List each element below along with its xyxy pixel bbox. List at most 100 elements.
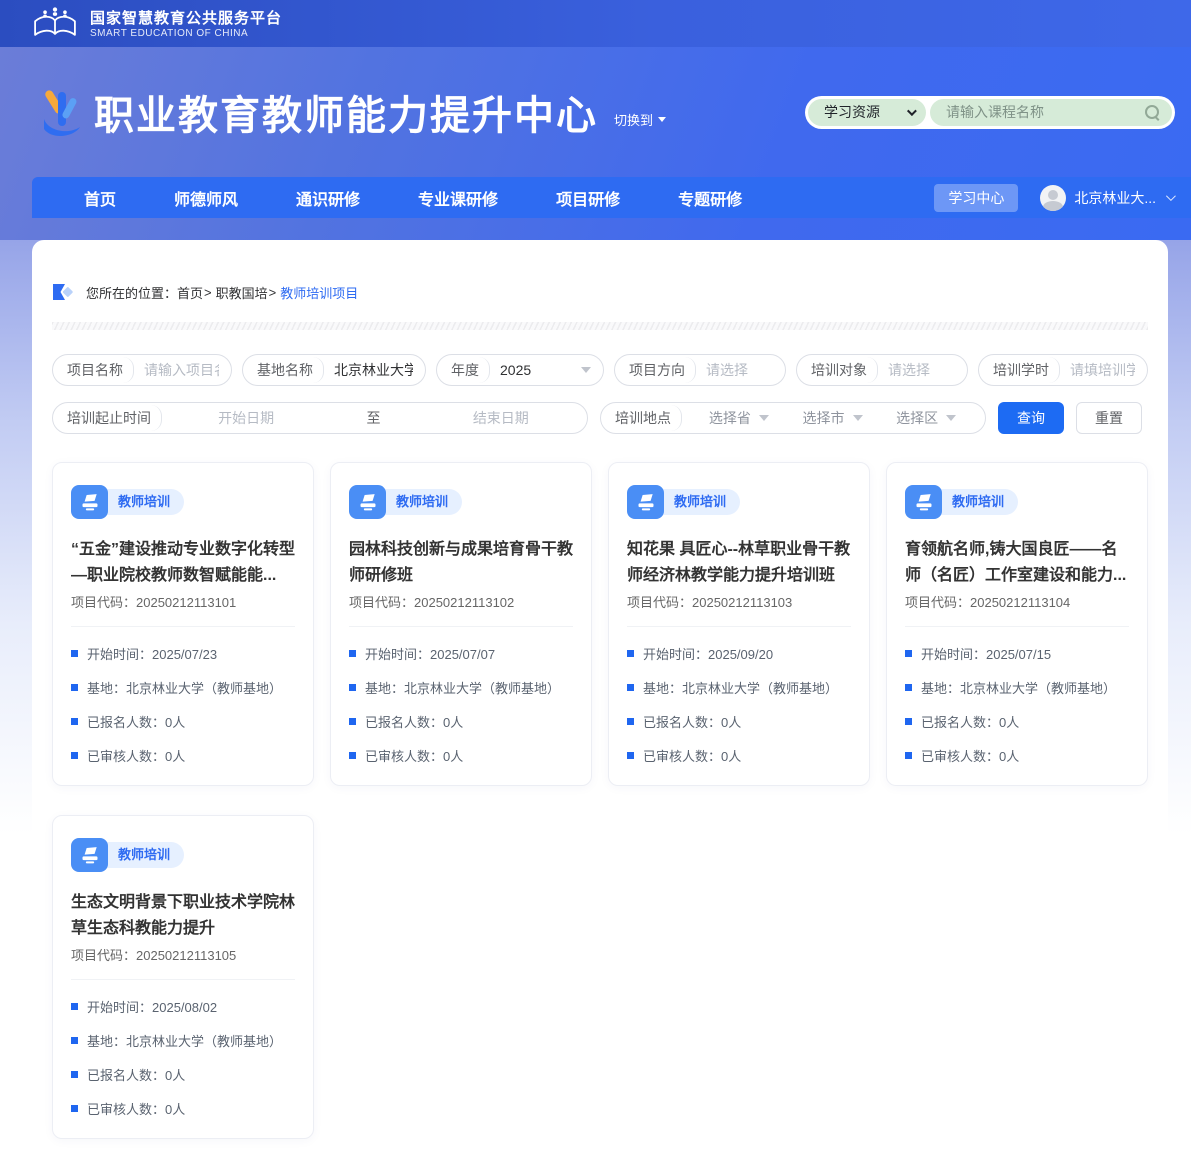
- breadcrumb-prefix: 您所在的位置：: [86, 283, 177, 302]
- bullet-icon: [905, 718, 912, 725]
- bullet-icon: [627, 650, 634, 657]
- nav-item-special[interactable]: 专题研修: [678, 186, 742, 210]
- detail-row-registered: 已报名人数：0人: [627, 712, 851, 731]
- project-code-value: 20250212113105: [136, 948, 236, 963]
- badge-label: 教师培训: [96, 842, 184, 868]
- bullet-icon: [71, 1105, 78, 1112]
- district-select[interactable]: 选择区: [879, 408, 973, 428]
- project-card[interactable]: 教师培训 育领航名师,铸大国良匠——名师（名匠）工作室建设和能力... 项目代码…: [886, 462, 1148, 786]
- filter-project-name[interactable]: 项目名称 请输入项目名称: [52, 354, 232, 386]
- badge-label: 教师培训: [930, 489, 1018, 515]
- detail-row-reviewed: 已审核人数：0人: [349, 746, 573, 765]
- project-card[interactable]: 教师培训 生态文明背景下职业技术学院林草生态科教能力提升 项目代码：202502…: [52, 815, 314, 1139]
- project-code-label: 项目代码：: [71, 595, 136, 610]
- filter-label: 培训起止时间: [67, 408, 151, 428]
- user-name[interactable]: 北京林业大...: [1074, 188, 1156, 208]
- training-printer-icon: [627, 485, 664, 519]
- filter-value: 2025: [500, 362, 573, 378]
- project-title[interactable]: 育领航名师,铸大国良匠——名师（名匠）工作室建设和能力...: [905, 537, 1129, 589]
- project-card-grid: 教师培训 “五金”建设推动专业数字化转型—职业院校教师数智赋能能... 项目代码…: [52, 462, 1148, 1139]
- project-card[interactable]: 教师培训 知花果 具匠心--林草职业骨干教师经济林教学能力提升培训班 项目代码：…: [608, 462, 870, 786]
- search-icon[interactable]: [1144, 104, 1160, 120]
- hero-header: 职业教育教师能力提升中心 切换到 学习资源 首页 师德师风 通识研修 专业课研修…: [0, 47, 1191, 240]
- card-details: 开始时间：2025/07/23 基地：北京林业大学（教师基地） 已报名人数：0人…: [71, 644, 295, 765]
- nav-item-home[interactable]: 首页: [84, 186, 116, 210]
- training-printer-icon: [71, 838, 108, 872]
- badge-label: 教师培训: [652, 489, 740, 515]
- detail-row-start-time: 开始时间：2025/09/20: [627, 644, 851, 663]
- filter-value: 请选择: [706, 360, 773, 380]
- switch-to-label: 切换到: [614, 110, 653, 129]
- filter-date-range[interactable]: 培训起止时间 开始日期 至 结束日期: [52, 402, 588, 434]
- training-printer-icon: [349, 485, 386, 519]
- project-title[interactable]: 园林科技创新与成果培育骨干教师研修班: [349, 537, 573, 589]
- hatched-divider: [52, 322, 1148, 330]
- nav-item-professional[interactable]: 专业课研修: [418, 186, 498, 210]
- bullet-icon: [349, 752, 356, 759]
- filter-training-target[interactable]: 培训对象 请选择: [796, 354, 968, 386]
- bullet-icon: [71, 752, 78, 759]
- user-avatar[interactable]: [1040, 185, 1066, 211]
- filter-label: 培训地点: [615, 408, 671, 428]
- filter-divider: [313, 357, 324, 383]
- card-badge-row: 教师培训: [349, 485, 573, 519]
- filter-value: 北京林业大学: [334, 360, 413, 380]
- filter-year[interactable]: 年度 2025: [436, 354, 604, 386]
- search-input-box: [930, 99, 1172, 126]
- card-divider: [71, 979, 295, 980]
- city-select[interactable]: 选择市: [786, 408, 880, 428]
- chevron-down-icon: [581, 367, 591, 373]
- card-details: 开始时间：2025/09/20 基地：北京林业大学（教师基地） 已报名人数：0人…: [627, 644, 851, 765]
- project-card[interactable]: 教师培训 园林科技创新与成果培育骨干教师研修班 项目代码：20250212113…: [330, 462, 592, 786]
- project-title[interactable]: “五金”建设推动专业数字化转型—职业院校教师数智赋能能...: [71, 537, 295, 589]
- chevron-down-icon: [946, 415, 956, 421]
- breadcrumb-marker-icon: [52, 282, 74, 302]
- nav-item-project[interactable]: 项目研修: [556, 186, 620, 210]
- project-title[interactable]: 生态文明背景下职业技术学院林草生态科教能力提升: [71, 890, 295, 942]
- filter-project-direction[interactable]: 项目方向 请选择: [614, 354, 786, 386]
- search-input[interactable]: [946, 104, 1144, 120]
- filter-divider: [671, 405, 682, 431]
- filter-label: 年度: [451, 360, 479, 380]
- project-code: 项目代码：20250212113103: [627, 592, 851, 611]
- search-category-value: 学习资源: [824, 102, 880, 122]
- breadcrumb-item-national-training[interactable]: 职教国培: [216, 283, 268, 302]
- project-card[interactable]: 教师培训 “五金”建设推动专业数字化转型—职业院校教师数智赋能能... 项目代码…: [52, 462, 314, 786]
- chevron-down-icon: [907, 106, 917, 116]
- filter-base-name[interactable]: 基地名称 北京林业大学: [242, 354, 426, 386]
- detail-row-base: 基地：北京林业大学（教师基地）: [71, 1031, 295, 1050]
- bullet-icon: [627, 718, 634, 725]
- nav-item-ethics[interactable]: 师德师风: [174, 186, 238, 210]
- chevron-down-icon: [658, 117, 666, 122]
- start-date-input[interactable]: 开始日期: [218, 408, 274, 428]
- filter-divider: [685, 357, 696, 383]
- filter-location: 培训地点 选择省 选择市 选择区: [600, 402, 986, 434]
- study-center-button[interactable]: 学习中心: [934, 184, 1018, 212]
- filter-training-hours[interactable]: 培训学时 请填培训学时: [978, 354, 1148, 386]
- filter-value: 请选择: [888, 360, 955, 380]
- project-code-value: 20250212113102: [414, 595, 514, 610]
- province-value: 选择省: [709, 408, 751, 428]
- detail-row-base: 基地：北京林业大学（教师基地）: [905, 678, 1129, 697]
- detail-row-reviewed: 已审核人数：0人: [71, 746, 295, 765]
- city-value: 选择市: [803, 408, 845, 428]
- province-select[interactable]: 选择省: [692, 408, 786, 428]
- detail-row-reviewed: 已审核人数：0人: [905, 746, 1129, 765]
- switch-to-dropdown[interactable]: 切换到: [614, 110, 666, 129]
- query-button[interactable]: 查询: [998, 402, 1064, 434]
- card-divider: [905, 626, 1129, 627]
- project-code: 项目代码：20250212113104: [905, 592, 1129, 611]
- end-date-input[interactable]: 结束日期: [473, 408, 529, 428]
- breadcrumb-item-home[interactable]: 首页: [177, 283, 203, 302]
- reset-button[interactable]: 重置: [1076, 402, 1142, 434]
- filter-label: 项目方向: [629, 360, 685, 380]
- search-category-select[interactable]: 学习资源: [808, 99, 926, 126]
- nav-item-general[interactable]: 通识研修: [296, 186, 360, 210]
- card-details: 开始时间：2025/07/07 基地：北京林业大学（教师基地） 已报名人数：0人…: [349, 644, 573, 765]
- breadcrumb-item-current[interactable]: 教师培训项目: [280, 283, 358, 302]
- card-badge-row: 教师培训: [627, 485, 851, 519]
- chevron-down-icon[interactable]: [1166, 191, 1176, 201]
- main-nav: 首页 师德师风 通识研修 专业课研修 项目研修 专题研修 学习中心 北京林业大.…: [32, 177, 1191, 218]
- bullet-icon: [71, 1003, 78, 1010]
- project-title[interactable]: 知花果 具匠心--林草职业骨干教师经济林教学能力提升培训班: [627, 537, 851, 589]
